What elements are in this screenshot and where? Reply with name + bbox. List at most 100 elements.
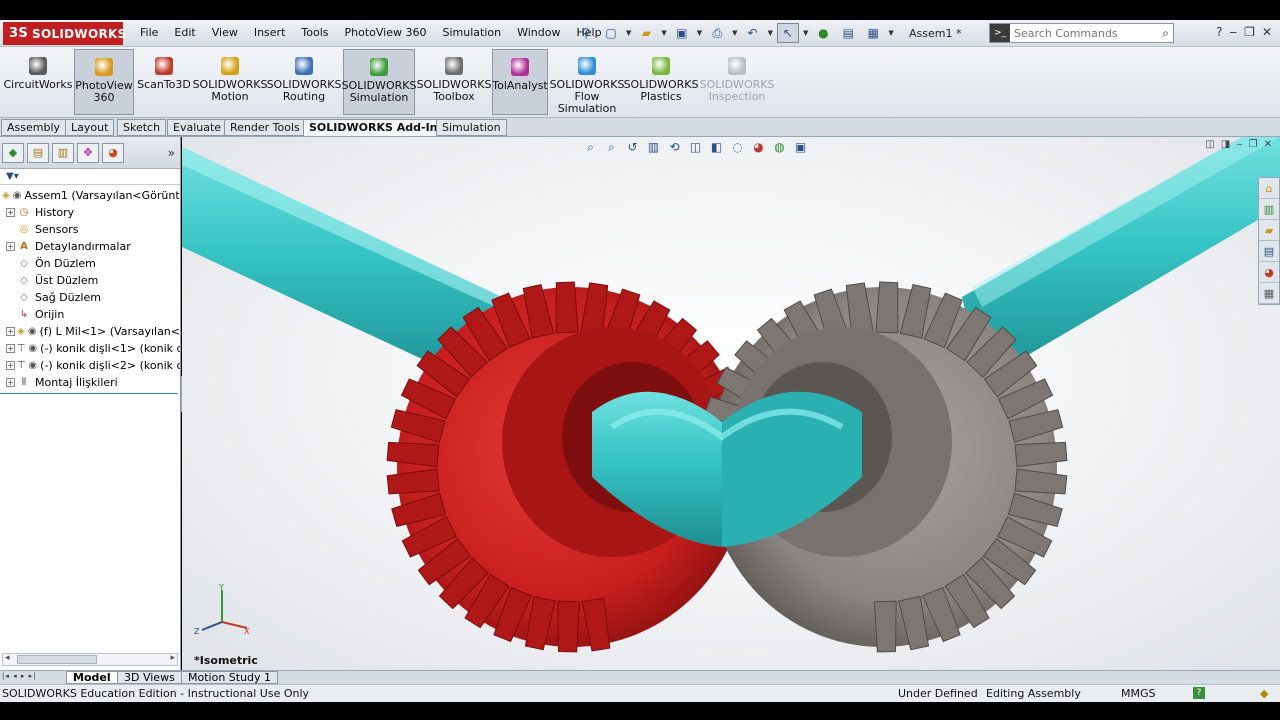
chevron-down-icon[interactable]: ▼ (626, 29, 631, 37)
pin-icon[interactable]: ⚲ (575, 23, 597, 43)
help-question-icon[interactable]: ? (1216, 25, 1222, 39)
search-commands[interactable]: >_ ⌕ (989, 23, 1174, 43)
tree-node-right-plane[interactable]: ◇ Sağ Düzlem (0, 289, 180, 306)
appearances-icon[interactable]: ◕ (1259, 262, 1279, 283)
property-manager-icon[interactable]: ▤ (27, 142, 49, 163)
tree-node-l-mil[interactable]: + ◈ ◉ (f) L Mil<1> (Varsayılan< (0, 323, 180, 340)
chevron-down-icon[interactable]: ▼ (888, 29, 893, 37)
expand-icon[interactable]: + (6, 344, 15, 353)
close-icon[interactable]: ✕ (1264, 139, 1272, 150)
feature-tree-icon[interactable]: ◆ (2, 142, 24, 163)
tab-navigation-arrows-icon[interactable]: |◂ ◂ ▸ ▸| (2, 672, 36, 680)
chevron-down-icon[interactable]: ▼ (732, 29, 737, 37)
tab-layout[interactable]: Layout (65, 119, 115, 136)
tile-vertical-icon[interactable]: ◨ (1221, 139, 1230, 150)
menu-view[interactable]: View (204, 26, 246, 39)
tool-photoview-360-button[interactable]: PhotoView 360 (74, 49, 134, 115)
tool-solidworks-flow-button[interactable]: SOLIDWORKS Flow Simulation (550, 49, 624, 115)
menu-edit[interactable]: Edit (166, 26, 203, 39)
tab-assembly[interactable]: Assembly (1, 119, 67, 136)
tool-solidworks-simulation-button[interactable]: SOLIDWORKS Simulation (342, 49, 416, 115)
tool-solidworks-toolbox-button[interactable]: SOLIDWORKS Toolbox (417, 49, 491, 115)
tab-evaluate[interactable]: Evaluate (167, 119, 228, 136)
expand-icon[interactable]: + (6, 242, 15, 251)
dimxpert-icon[interactable]: ✥ (77, 142, 99, 163)
tab-3d-views[interactable]: 3D Views (117, 671, 182, 684)
search-input[interactable] (1014, 26, 1144, 40)
chevron-down-icon[interactable]: ▼ (803, 29, 808, 37)
options-icon[interactable]: ▦ (862, 23, 884, 43)
dynamic-annotation-icon[interactable]: ⟲ (666, 140, 683, 154)
tool-solidworks-motion-button[interactable]: SOLIDWORKS Motion (193, 49, 267, 115)
chevron-down-icon[interactable]: ▼ (768, 29, 773, 37)
zoom-to-area-icon[interactable]: ⌕ (603, 140, 620, 155)
menu-file[interactable]: File (132, 26, 166, 39)
rebuild-icon[interactable]: ● (812, 23, 834, 43)
scroll-left-icon[interactable]: ◂ (5, 653, 10, 663)
tool-solidworks-routing-button[interactable]: SOLIDWORKS Routing (267, 49, 341, 115)
tree-node-top-plane[interactable]: ◇ Üst Düzlem (0, 272, 180, 289)
menu-tools[interactable]: Tools (293, 26, 336, 39)
apply-scene-icon[interactable]: ◍ (771, 140, 788, 154)
view-orientation-icon[interactable]: ◫ (687, 140, 704, 154)
tree-horizontal-scrollbar[interactable]: ◂ ▸ (2, 653, 178, 666)
chevron-down-icon[interactable]: ▼ (697, 29, 702, 37)
expand-icon[interactable]: + (6, 361, 15, 370)
restore-icon[interactable]: ❐ (1244, 25, 1255, 39)
scrollbar-thumb[interactable] (17, 655, 97, 664)
tab-solidworks-add-ins[interactable]: SOLIDWORKS Add-Ins (303, 119, 451, 136)
tag-icon[interactable]: ◆ (1260, 687, 1268, 700)
tree-node-mates[interactable]: + ⫴ Montaj İlişkileri (0, 374, 180, 391)
solidworks-logo[interactable]: 3S SOLIDWORKS (3, 22, 126, 45)
chevron-right-icon[interactable]: » (168, 146, 175, 160)
display-manager-icon[interactable]: ◕ (102, 142, 124, 163)
minimize-icon[interactable]: ‒ (1230, 25, 1238, 39)
rollback-bar[interactable] (0, 393, 178, 394)
menu-window[interactable]: Window (509, 26, 568, 39)
expand-icon[interactable]: + (6, 327, 15, 336)
tree-node-front-plane[interactable]: ◇ Ön Düzlem (0, 255, 180, 272)
tool-solidworks-plastics-button[interactable]: SOLIDWORKS Plastics (624, 49, 698, 115)
tool-circuitworks-button[interactable]: CircuitWorks (3, 49, 73, 115)
zoom-to-fit-icon[interactable]: ⌕ (582, 140, 599, 155)
select-arrow-icon[interactable]: ↖ (776, 23, 799, 43)
view-settings-icon[interactable]: ▣ (792, 140, 809, 154)
tree-node-assembly[interactable]: ◈ ◉ Assem1 (Varsayılan<Görüntü (0, 187, 180, 204)
design-library-icon[interactable]: ▥ (1259, 199, 1279, 220)
configuration-manager-icon[interactable]: ▥ (52, 142, 74, 163)
unit-system[interactable]: MMGS (1121, 687, 1156, 700)
previous-view-icon[interactable]: ↺ (624, 140, 641, 154)
tree-node-origin[interactable]: ↳ Orijin (0, 306, 180, 323)
tree-node-history[interactable]: + ◷ History (0, 204, 180, 221)
graphics-viewport[interactable]: ⌕ ⌕ ↺ ▥ ⟲ ◫ ◧ ◌ ◕ ◍ ▣ ◫ ◨ ‒ ❐ ✕ ⌂ ▥ ▰ ▤ … (182, 137, 1280, 670)
minimize-icon[interactable]: ‒ (1236, 139, 1242, 150)
expand-icon[interactable]: + (6, 378, 15, 387)
tree-node-bevel-gear-2[interactable]: + ⊤ ◉ (-) konik dişli<2> (konik d (0, 357, 180, 374)
tree-node-sensors[interactable]: ◎ Sensors (0, 221, 180, 238)
restore-icon[interactable]: ❐ (1249, 139, 1258, 150)
tree-node-annotations[interactable]: + A Detaylandırmalar (0, 238, 180, 255)
tree-filter[interactable]: ▼▾ (0, 169, 180, 185)
tab-motion-study-1[interactable]: Motion Study 1 (181, 671, 279, 684)
tab-sketch[interactable]: Sketch (117, 119, 167, 136)
close-icon[interactable]: ✕ (1262, 25, 1272, 39)
quick-tips-icon[interactable]: ? (1193, 687, 1205, 699)
section-view-icon[interactable]: ▥ (645, 140, 662, 154)
tree-node-bevel-gear-1[interactable]: + ⊤ ◉ (-) konik dişli<1> (konik d (0, 340, 180, 357)
open-folder-icon[interactable]: ▰ (635, 23, 657, 43)
display-style-icon[interactable]: ◧ (708, 140, 725, 154)
file-explorer-icon[interactable]: ▰ (1259, 220, 1279, 241)
tool-tolanalyst-button[interactable]: TolAnalyst (492, 49, 548, 115)
chevron-down-icon[interactable]: ▼ (661, 29, 666, 37)
menu-insert[interactable]: Insert (246, 26, 294, 39)
edit-appearance-icon[interactable]: ◕ (750, 140, 767, 154)
file-properties-icon[interactable]: ▤ (837, 23, 859, 43)
tool-scanto3d-button[interactable]: ScanTo3D (137, 49, 191, 115)
search-icon[interactable]: ⌕ (1162, 26, 1169, 41)
save-icon[interactable]: ▣ (671, 23, 693, 43)
tab-simulation[interactable]: Simulation (436, 119, 507, 136)
tool-solidworks-inspection-button[interactable]: SOLIDWORKS Inspection (700, 49, 774, 115)
menu-photoview[interactable]: PhotoView 360 (337, 26, 435, 39)
new-document-icon[interactable]: ▢ (600, 23, 622, 43)
undo-icon[interactable]: ↶ (742, 23, 764, 43)
